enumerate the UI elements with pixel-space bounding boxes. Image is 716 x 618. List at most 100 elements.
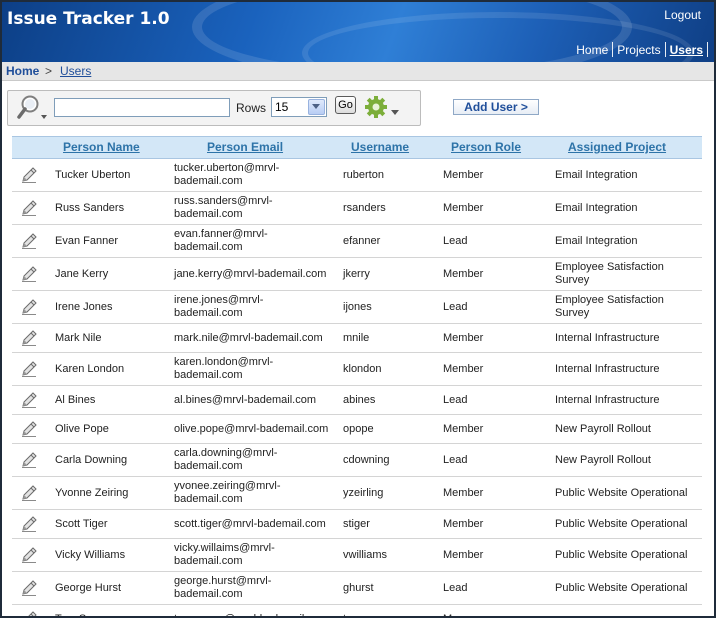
person-name-cell: George Hurst: [55, 581, 122, 594]
person-role-cell: Lead: [443, 393, 468, 406]
assigned-project-cell: Internal Infrastructure: [555, 332, 660, 345]
column-header-person-email[interactable]: Person Email: [207, 140, 283, 154]
person-email-cell-line: jane.kerry@mrvl-bademail.com: [174, 267, 327, 280]
pencil-icon[interactable]: [20, 232, 38, 250]
person-name-cell: Irene Jones: [55, 300, 113, 313]
username-cell: klondon: [343, 362, 382, 375]
breadcrumb-home[interactable]: Home: [6, 64, 39, 78]
rows-select[interactable]: 15: [271, 97, 327, 117]
person-email-cell-line: bademail.com: [174, 175, 243, 187]
pencil-icon[interactable]: [20, 199, 38, 217]
person-email-cell-line: george.hurst@mrvl-: [174, 575, 272, 587]
go-button[interactable]: Go: [335, 96, 356, 114]
username-cell: ruberton: [343, 168, 384, 181]
person-role-cell: Member: [443, 422, 484, 435]
person-name-cell: Tom Suess: [55, 613, 109, 617]
table-row: Russ Sanders russ.sanders@mrvl-bademail.c…: [12, 192, 702, 225]
app-header: Issue Tracker 1.0 Logout Home Projects U…: [2, 2, 714, 62]
person-role-cell: Member: [443, 168, 484, 181]
person-email-cell-line: olive.pope@mrvl-bademail.com: [174, 422, 329, 435]
table-row: Scott Tiger scott.tiger@mrvl-bademail.com…: [12, 510, 702, 539]
pencil-icon[interactable]: [20, 420, 38, 438]
username-cell: mnile: [343, 331, 370, 344]
username-cell: opope: [343, 422, 374, 435]
person-email-cell-line: al.bines@mrvl-bademail.com: [174, 393, 316, 406]
column-header-assigned-project[interactable]: Assigned Project: [568, 140, 666, 154]
assigned-project-cell-line: Internal Infrastructure: [555, 393, 660, 406]
person-email-cell: olive.pope@mrvl-bademail.com: [174, 423, 328, 436]
nav-users[interactable]: Users: [666, 43, 707, 57]
person-name-cell: Jane Kerry: [55, 267, 109, 280]
username-cell: abines: [343, 393, 376, 406]
table-row: Tucker Uberton tucker.uberton@mrvl-badema…: [12, 159, 702, 192]
table-row: Irene Jones irene.jones@mrvl-bademail.com…: [12, 291, 702, 324]
person-role-cell: Lead: [443, 581, 468, 594]
assigned-project-cell-line: -: [555, 613, 559, 617]
pencil-icon[interactable]: [20, 515, 38, 533]
person-email-cell-line: tucker.uberton@mrvl-: [174, 162, 280, 174]
person-name-cell: Al Bines: [55, 393, 96, 406]
person-email-cell-line: bademail.com: [174, 208, 243, 220]
pencil-icon[interactable]: [20, 391, 38, 409]
person-name-cell: Evan Fanner: [55, 234, 118, 247]
assigned-project-cell-line: Employee Satisfaction: [555, 261, 664, 273]
username-cell: jkerry: [343, 267, 370, 280]
assigned-project-cell-line: Survey: [555, 274, 590, 286]
table-header: Person Name Person Email Username Person…: [12, 136, 702, 159]
column-header-username[interactable]: Username: [351, 140, 409, 154]
pencil-icon[interactable]: [20, 265, 38, 283]
table-row: Yvonne Zeiring yvonee.zeiring@mrvl-badema…: [12, 477, 702, 510]
person-email-cell-line: bademail.com: [174, 493, 243, 505]
assigned-project-cell: Employee Satisfaction Survey: [555, 261, 664, 287]
person-email-cell: karen.london@mrvl-bademail.com: [174, 356, 273, 382]
search-input[interactable]: [54, 98, 230, 117]
person-email-cell-line: bademail.com: [174, 307, 243, 319]
assigned-project-cell-line: Email Integration: [555, 168, 638, 181]
gear-icon[interactable]: [364, 95, 404, 121]
assigned-project-cell-line: Internal Infrastructure: [555, 362, 660, 375]
chevron-down-icon[interactable]: [308, 99, 325, 115]
pencil-icon[interactable]: [20, 484, 38, 502]
assigned-project-cell-line: Internal Infrastructure: [555, 331, 660, 344]
table-body: Tucker Uberton tucker.uberton@mrvl-badema…: [12, 159, 702, 617]
nav-home[interactable]: Home: [572, 43, 612, 57]
person-name-cell: Olive Pope: [55, 422, 109, 435]
assigned-project-cell-line: Public Website Operational: [555, 581, 688, 594]
username-cell: cdowning: [343, 453, 390, 466]
nav-projects[interactable]: Projects: [613, 43, 664, 57]
person-email-cell: russ.sanders@mrvl-bademail.com: [174, 195, 273, 221]
magnifier-icon[interactable]: [15, 94, 49, 122]
person-name-cell: Tucker Uberton: [55, 168, 131, 181]
breadcrumb-separator: >: [45, 64, 53, 78]
pencil-icon[interactable]: [20, 298, 38, 316]
column-header-person-name[interactable]: Person Name: [63, 140, 140, 154]
username-cell: ghurst: [343, 581, 374, 594]
breadcrumb-current[interactable]: Users: [60, 64, 91, 78]
nav-separator: [664, 42, 666, 57]
pencil-icon[interactable]: [20, 166, 38, 184]
column-header-person-role[interactable]: Person Role: [451, 140, 521, 154]
person-email-cell-line: karen.london@mrvl-: [174, 356, 274, 368]
pencil-icon[interactable]: [20, 451, 38, 469]
pencil-icon[interactable]: [20, 610, 38, 616]
person-email-cell-line: carla.downing@mrvl-: [174, 447, 278, 459]
table-row: Al Bines al.bines@mrvl-bademail.com abines…: [12, 386, 702, 415]
pencil-icon[interactable]: [20, 329, 38, 347]
person-email-cell-line: evan.fanner@mrvl-: [174, 228, 268, 240]
pencil-icon[interactable]: [20, 579, 38, 597]
table-row: Carla Downing carla.downing@mrvl-bademail…: [12, 444, 702, 477]
person-email-cell-line: bademail.com: [174, 555, 243, 567]
add-user-button[interactable]: Add User >: [453, 99, 539, 115]
pencil-icon[interactable]: [20, 546, 38, 564]
pencil-icon[interactable]: [20, 360, 38, 378]
logout-link[interactable]: Logout: [664, 8, 701, 22]
username-cell: efanner: [343, 234, 381, 247]
assigned-project-cell: Internal Infrastructure: [555, 363, 660, 376]
assigned-project-cell: Public Website Operational: [555, 549, 687, 562]
assigned-project-cell-line: New Payroll Rollout: [555, 422, 651, 435]
assigned-project-cell-line: Survey: [555, 307, 590, 319]
username-cell: yzeirling: [343, 486, 384, 499]
assigned-project-cell-line: Email Integration: [555, 234, 638, 247]
username-cell: ijones: [343, 300, 372, 313]
person-email-cell: evan.fanner@mrvl-bademail.com: [174, 228, 268, 254]
